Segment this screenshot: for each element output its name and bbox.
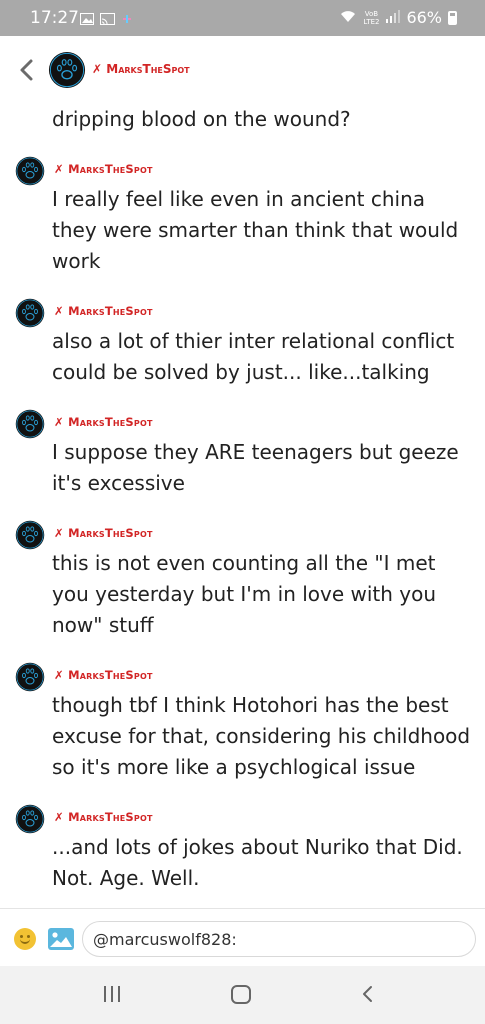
message-text: this is not even counting all the "I met… (52, 551, 437, 637)
recent-apps-icon-bar (111, 986, 113, 1002)
signal-icon (386, 8, 401, 27)
partial-message: dripping blood on the wound? (52, 106, 351, 135)
message-author[interactable]: ✗ MarksTheSpot (54, 415, 153, 429)
paw-avatar-icon (15, 520, 45, 550)
message-author-text: MarksTheSpot (68, 415, 153, 429)
x-mark-icon: ✗ (54, 304, 64, 318)
smiley-face-icon (20, 938, 30, 944)
status-time: 17:27 (30, 8, 79, 28)
slack-icon (121, 10, 133, 29)
message-input[interactable] (82, 921, 476, 957)
x-mark-icon: ✗ (54, 668, 64, 682)
status-right: VoB LTE2 66% (340, 8, 457, 27)
header-avatar[interactable] (48, 51, 86, 89)
header-username[interactable]: ✗ MarksTheSpot (92, 62, 190, 76)
message-avatar[interactable] (15, 298, 45, 328)
message-avatar[interactable] (15, 409, 45, 439)
message-author[interactable]: ✗ MarksTheSpot (54, 162, 153, 176)
header-username-text: MarksTheSpot (106, 62, 190, 76)
chevron-left-icon (20, 59, 33, 81)
message-author-text: MarksTheSpot (68, 526, 153, 540)
message-author[interactable]: ✗ MarksTheSpot (54, 810, 153, 824)
message-text: I really feel like even in ancient china… (52, 187, 459, 273)
home-button[interactable] (231, 985, 251, 1004)
system-back-button[interactable] (358, 984, 378, 1004)
partial-message-text: dripping blood on the wound? (52, 107, 351, 131)
recent-apps-icon (104, 986, 106, 1002)
gallery-icon (80, 10, 94, 29)
message-author[interactable]: ✗ MarksTheSpot (54, 304, 153, 318)
message-author[interactable]: ✗ MarksTheSpot (54, 526, 153, 540)
x-mark-icon: ✗ (54, 526, 64, 540)
message-author[interactable]: ✗ MarksTheSpot (54, 668, 153, 682)
message-feed[interactable]: dripping blood on the wound? ✗ MarksTheS… (0, 106, 485, 908)
notification-icons (80, 10, 133, 29)
back-button[interactable] (14, 56, 42, 84)
network-label: VoB LTE2 (363, 9, 380, 26)
message-text: though tbf I think Hotohori has the best… (52, 693, 471, 779)
paw-avatar-icon (15, 804, 45, 834)
paw-avatar-icon (48, 51, 86, 89)
chat-header: ✗ MarksTheSpot (0, 36, 485, 106)
message-author-text: MarksTheSpot (68, 810, 153, 824)
message-text: also a lot of thier inter relational con… (52, 329, 455, 384)
message-author-text: MarksTheSpot (68, 668, 153, 682)
message-avatar[interactable] (15, 520, 45, 550)
x-mark-icon: ✗ (92, 62, 103, 76)
chevron-left-icon (363, 986, 372, 1002)
recent-apps-icon-bar (118, 986, 120, 1002)
message-composer (0, 908, 485, 966)
message-text: I suppose they ARE teenagers but geeze i… (52, 440, 459, 495)
x-mark-icon: ✗ (54, 415, 64, 429)
message-text: ...and lots of jokes about Nuriko that D… (52, 835, 463, 890)
image-icon (48, 928, 74, 950)
cast-icon (100, 10, 115, 29)
system-nav-bar (0, 966, 485, 1024)
emoji-button[interactable] (14, 928, 36, 950)
x-mark-icon: ✗ (54, 162, 64, 176)
battery-label: 66% (406, 8, 442, 27)
status-bar: 17:27 VoB LTE2 66% (0, 0, 485, 36)
x-mark-icon: ✗ (54, 810, 64, 824)
wifi-icon (340, 8, 356, 27)
paw-avatar-icon (15, 662, 45, 692)
image-button[interactable] (48, 928, 74, 950)
battery-icon (448, 10, 457, 25)
message-author-text: MarksTheSpot (68, 304, 153, 318)
paw-avatar-icon (15, 156, 45, 186)
paw-avatar-icon (15, 298, 45, 328)
recent-apps-button[interactable] (104, 986, 120, 1002)
message-avatar[interactable] (15, 804, 45, 834)
message-avatar[interactable] (15, 156, 45, 186)
message-avatar[interactable] (15, 662, 45, 692)
message-author-text: MarksTheSpot (68, 162, 153, 176)
paw-avatar-icon (15, 409, 45, 439)
